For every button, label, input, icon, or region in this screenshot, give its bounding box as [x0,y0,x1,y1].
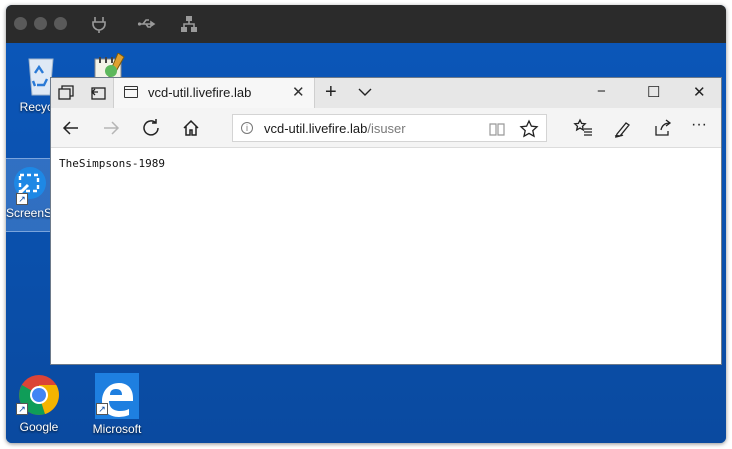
refresh-button[interactable] [141,118,161,138]
forward-button[interactable] [101,118,121,138]
minimize-button[interactable]: − [597,83,606,100]
tab-preview-icon[interactable] [89,84,107,102]
vm-fullscreen-button[interactable] [54,17,67,30]
more-options-icon[interactable]: ··· [691,117,711,138]
desktop-icon-screen-sketch[interactable]: ↗ ScreenS [6,158,51,232]
notes-pen-icon[interactable] [613,118,633,138]
network-icon[interactable] [179,14,199,34]
url-path: /isuser [367,121,406,136]
close-button[interactable]: ✕ [693,83,706,101]
vm-window: Recycle ↗ ScreenS ↗ Google ↗ Microsoft v… [6,5,726,443]
new-tab-button[interactable]: + [325,81,337,104]
back-button[interactable] [61,118,81,138]
tab-active[interactable]: vcd-util.livefire.lab ✕ [113,78,315,108]
desktop-icon-microsoft-edge[interactable]: ↗ Microsoft [82,373,152,436]
vm-toolbar [6,5,726,43]
page-icon [124,86,138,98]
address-bar[interactable]: i vcd-util.livefire.lab/isuser [232,114,547,142]
url-host: vcd-util.livefire.lab [264,121,368,136]
vm-close-button[interactable] [14,17,27,30]
edge-browser-window: vcd-util.livefire.lab ✕ + − ☐ ✕ i vcd-ut… [50,77,722,365]
page-content: TheSimpsons-1989 [51,149,721,364]
tab-close-icon[interactable]: ✕ [292,83,305,101]
desktop-icon-google-chrome[interactable]: ↗ Google [6,373,72,434]
info-icon[interactable]: i [241,122,253,134]
tab-title: vcd-util.livefire.lab [148,85,252,100]
desktop: Recycle ↗ ScreenS ↗ Google ↗ Microsoft v… [6,43,726,443]
desktop-icon-label: Microsoft [92,422,142,436]
reading-view-icon[interactable] [489,121,505,137]
shortcut-arrow-icon: ↗ [16,193,28,205]
tab-bar: vcd-util.livefire.lab ✕ + − ☐ ✕ [51,78,721,108]
desktop-icon-label: Google [19,420,59,434]
vm-minimize-button[interactable] [34,17,47,30]
url-text: vcd-util.livefire.lab/isuser [264,121,406,136]
favorites-hub-icon[interactable] [573,118,593,138]
shortcut-arrow-icon: ↗ [96,403,108,415]
share-icon[interactable] [653,118,673,138]
power-plug-icon[interactable] [89,14,109,34]
home-button[interactable] [181,118,201,138]
usb-icon[interactable] [137,14,157,34]
navigation-bar: i vcd-util.livefire.lab/isuser ··· [51,108,721,148]
page-text: TheSimpsons-1989 [59,157,165,170]
screen-sketch-icon [14,167,46,199]
desktop-icon-label: ScreenS [6,206,50,220]
chevron-down-icon[interactable] [357,84,373,100]
favorite-star-icon[interactable] [519,119,539,139]
set-tabs-aside-icon[interactable] [57,84,75,102]
shortcut-arrow-icon: ↗ [16,403,28,415]
maximize-button[interactable]: ☐ [647,83,660,101]
